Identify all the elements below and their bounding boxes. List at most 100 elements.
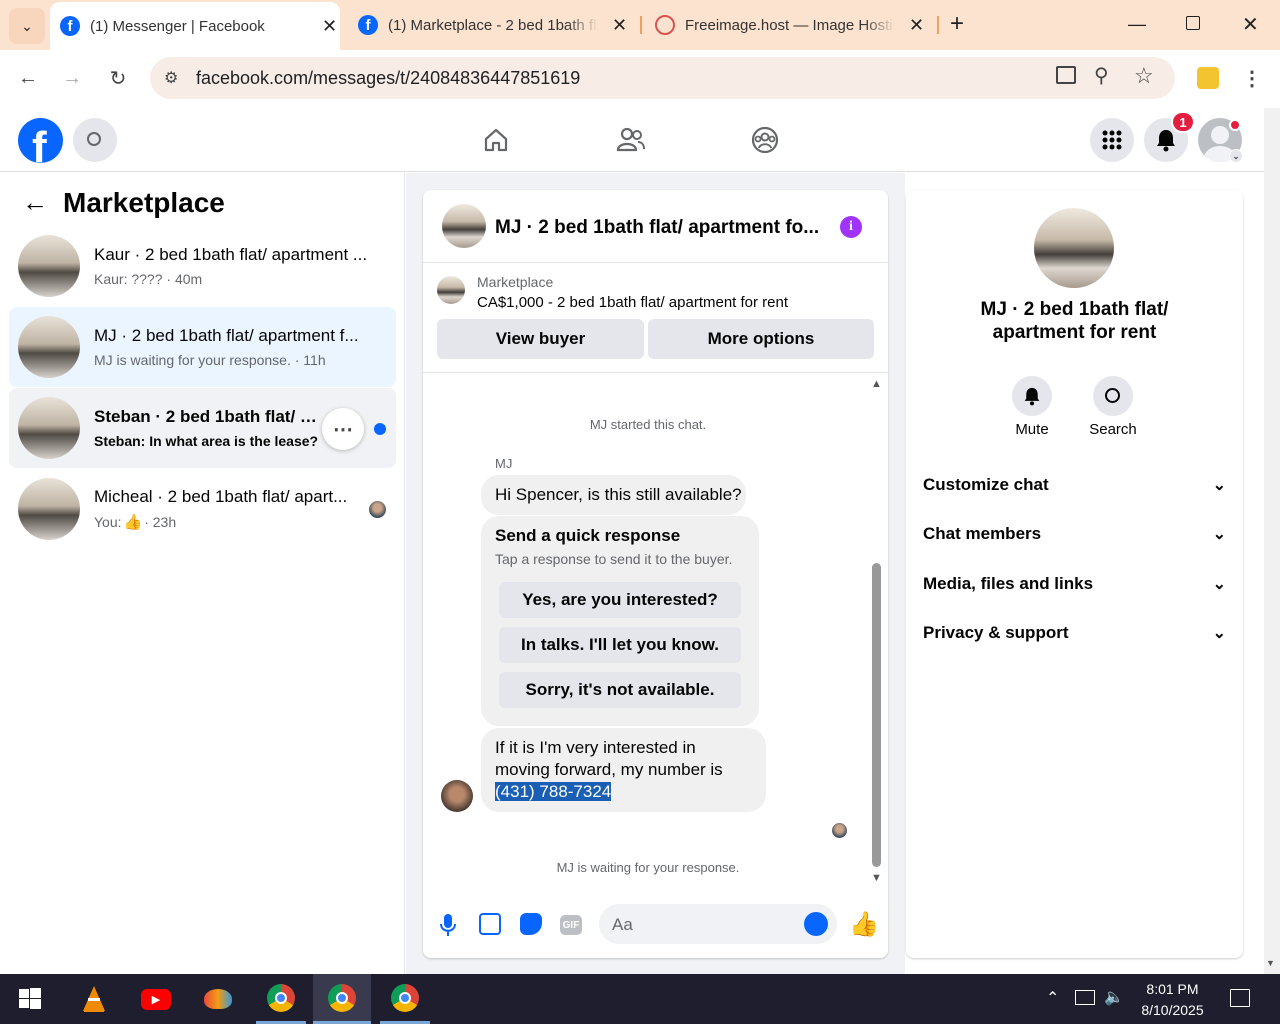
youtube-taskbar-icon[interactable]: ▶ <box>134 974 178 1024</box>
conversation-list-panel: ← Marketplace Kaur · 2 bed 1bath flat/ a… <box>0 173 405 974</box>
friends-nav-button[interactable] <box>616 126 646 154</box>
attach-media-icon[interactable] <box>479 913 501 935</box>
listing-title[interactable]: CA$1,000 - 2 bed 1bath flat/ apartment f… <box>477 294 788 311</box>
forward-button[interactable]: → <box>60 66 84 90</box>
chat-scroll-up[interactable]: ▲ <box>871 378 882 390</box>
conversation-preview: MJ is waiting for your response. · 11h <box>94 352 326 368</box>
groups-icon <box>751 126 779 154</box>
vlc-taskbar-icon[interactable] <box>72 974 116 1024</box>
tab-messenger[interactable]: f (1) Messenger | Facebook ✕ <box>50 2 340 50</box>
sticker-icon[interactable] <box>520 913 542 935</box>
account-chevron-icon[interactable]: ⌄ <box>1229 149 1243 163</box>
zoom-icon[interactable]: ⚲ <box>1094 63 1109 88</box>
conversation-row[interactable]: Micheal · 2 bed 1bath flat/ apart... You… <box>9 469 396 549</box>
page-scrollbar-down[interactable]: ▼ <box>1266 958 1275 968</box>
customize-chat-section[interactable]: Customize chat ⌄ <box>923 465 1226 505</box>
bookmark-star-icon[interactable]: ☆ <box>1134 63 1154 89</box>
panel-title: Marketplace <box>63 187 225 218</box>
conversation-row[interactable]: Kaur · 2 bed 1bath flat/ apartment ... K… <box>9 226 396 306</box>
tab-marketplace[interactable]: f (1) Marketplace - 2 bed 1bath fl ✕ <box>348 0 638 50</box>
mute-label: Mute <box>1015 421 1049 438</box>
message-bubble[interactable]: Hi Spencer, is this still available? <box>481 475 746 515</box>
notification-center-icon[interactable] <box>1230 989 1250 1007</box>
chevron-down-icon: ⌄ <box>1212 576 1226 593</box>
conversation-info-button[interactable]: i <box>840 216 862 238</box>
reload-button[interactable]: ↻ <box>106 66 130 90</box>
bell-icon <box>1024 387 1040 406</box>
facebook-favicon-icon: f <box>358 15 378 35</box>
chat-avatar[interactable] <box>442 204 486 248</box>
message-bubble[interactable]: If it is I'm very interested in moving f… <box>481 728 766 812</box>
chat-members-section[interactable]: Chat members ⌄ <box>923 514 1226 554</box>
chevron-down-icon: ⌄ <box>1212 477 1226 494</box>
back-arrow-icon[interactable]: ← <box>22 187 48 218</box>
browser-menu-icon[interactable]: ⋮ <box>1242 66 1262 90</box>
message-input[interactable]: Aa <box>599 904 837 944</box>
home-nav-button[interactable] <box>482 126 510 154</box>
media-files-links-section[interactable]: Media, files and links ⌄ <box>923 564 1226 604</box>
windows-taskbar: ▶ ⌃ 🔈 8:01 PM 8/10/2025 <box>0 974 1280 1024</box>
restore-button[interactable] <box>1186 16 1200 30</box>
chrome-taskbar-icon[interactable] <box>380 974 430 1024</box>
conversation-row-unread[interactable]: Steban · 2 bed 1bath flat/ apart Steban:… <box>9 388 396 468</box>
view-buyer-button[interactable]: View buyer <box>437 319 644 359</box>
install-app-icon[interactable] <box>1056 66 1076 84</box>
site-info-icon[interactable]: ⚙ <box>164 68 178 88</box>
search-conversation-button[interactable] <box>1093 376 1133 416</box>
close-window-button[interactable]: ✕ <box>1242 12 1259 37</box>
start-button[interactable] <box>8 974 52 1024</box>
chat-scroll-down[interactable]: ▼ <box>871 872 882 884</box>
chrome-taskbar-icon[interactable] <box>256 974 306 1024</box>
close-icon[interactable]: ✕ <box>322 16 337 37</box>
volume-icon[interactable]: 🔈 <box>1104 987 1124 1007</box>
url-text[interactable]: facebook.com/messages/t/2408483644785161… <box>196 68 580 89</box>
like-send-button[interactable]: 👍 <box>849 910 879 939</box>
close-icon[interactable]: ✕ <box>612 15 627 36</box>
search-button[interactable] <box>73 118 117 162</box>
privacy-support-section[interactable]: Privacy & support ⌄ <box>923 613 1226 653</box>
close-icon[interactable]: ✕ <box>909 15 924 36</box>
app-taskbar-icon[interactable] <box>196 974 240 1024</box>
quick-response-in-talks[interactable]: In talks. I'll let you know. <box>499 627 741 663</box>
minimize-button[interactable]: — <box>1128 14 1146 35</box>
groups-nav-button[interactable] <box>751 126 779 154</box>
facebook-logo[interactable]: f <box>18 118 63 163</box>
conversation-name: Micheal · 2 bed 1bath flat/ apart... <box>94 487 348 506</box>
listing-thumbnail-avatar <box>18 235 80 297</box>
chevron-down-icon: ⌄ <box>21 17 33 34</box>
emoji-icon[interactable] <box>804 912 828 936</box>
network-icon[interactable] <box>1075 990 1095 1005</box>
page-scrollbar-track[interactable] <box>1264 108 1280 974</box>
extension-icon[interactable] <box>1197 67 1219 89</box>
gif-icon[interactable]: GIF <box>560 915 582 935</box>
chat-scrollbar-thumb[interactable] <box>872 563 881 867</box>
chat-title[interactable]: MJ · 2 bed 1bath flat/ apartment fo... <box>495 217 819 239</box>
listing-thumbnail-avatar <box>18 397 80 459</box>
phone-number-highlight[interactable]: (431) 788-7324 <box>495 782 612 801</box>
address-bar[interactable]: ⚙ facebook.com/messages/t/24084836447851… <box>150 57 1175 99</box>
clock[interactable]: 8:01 PM 8/10/2025 <box>1130 979 1215 1021</box>
new-tab-button[interactable]: + <box>950 10 964 38</box>
seen-receipt-avatar <box>832 823 847 838</box>
notification-count: 1 <box>1179 114 1187 130</box>
details-title-line: apartment for rent <box>992 322 1157 343</box>
menu-button[interactable] <box>1090 118 1134 162</box>
preview-you-label: You: <box>94 514 122 530</box>
conversation-row-selected[interactable]: MJ · 2 bed 1bath flat/ apartment f... MJ… <box>9 307 396 387</box>
chrome-taskbar-icon-active[interactable] <box>313 974 371 1024</box>
windows-logo-icon <box>19 988 41 1009</box>
show-hidden-icons-chevron[interactable]: ⌃ <box>1046 988 1059 1008</box>
quick-response-title: Send a quick response <box>495 526 681 545</box>
more-options-button[interactable]: More options <box>648 319 874 359</box>
conversation-options-button[interactable]: ⋯ <box>322 408 364 450</box>
listing-divider <box>423 372 888 373</box>
back-button[interactable]: ← <box>16 66 40 90</box>
tab-freeimage[interactable]: Freeimage.host — Image Hosting ✕ <box>645 0 935 50</box>
quick-response-yes[interactable]: Yes, are you interested? <box>499 582 741 618</box>
listing-source: Marketplace <box>477 274 554 290</box>
microphone-icon[interactable] <box>440 913 456 937</box>
quick-response-not-available[interactable]: Sorry, it's not available. <box>499 672 741 708</box>
mute-button[interactable] <box>1012 376 1052 416</box>
conversation-details-panel: MJ · 2 bed 1bath flat/ apartment for ren… <box>906 190 1243 958</box>
tab-search-button[interactable]: ⌄ <box>9 8 45 44</box>
